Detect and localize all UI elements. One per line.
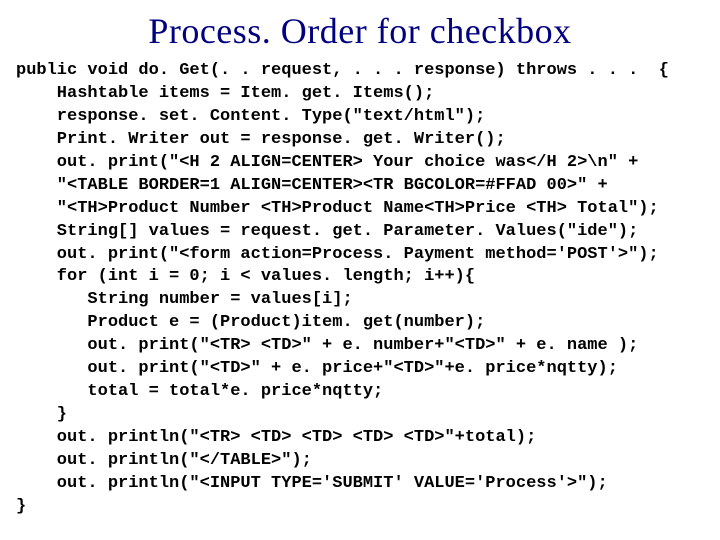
slide-title: Process. Order for checkbox: [16, 10, 704, 52]
code-line: }: [16, 497, 26, 516]
code-line: out. println("</TABLE>");: [16, 451, 312, 470]
code-line: response. set. Content. Type("text/html"…: [16, 107, 485, 126]
code-line: public void do. Get(. . request, . . . r…: [16, 61, 669, 80]
code-line: out. print("<form action=Process. Paymen…: [16, 245, 659, 264]
code-line: }: [16, 405, 67, 424]
code-line: Hashtable items = Item. get. Items();: [16, 84, 434, 103]
code-line: "<TABLE BORDER=1 ALIGN=CENTER><TR BGCOLO…: [16, 176, 608, 195]
code-line: out. print("<TD>" + e. price+"<TD>"+e. p…: [16, 359, 618, 378]
code-line: for (int i = 0; i < values. length; i++)…: [16, 267, 475, 286]
code-line: out. print("<H 2 ALIGN=CENTER> Your choi…: [16, 153, 638, 172]
code-line: out. print("<TR> <TD>" + e. number+"<TD>…: [16, 336, 638, 355]
code-line: out. println("<TR> <TD> <TD> <TD> <TD>"+…: [16, 428, 536, 447]
code-block: public void do. Get(. . request, . . . r…: [16, 60, 704, 519]
code-line: String number = values[i];: [16, 290, 353, 309]
code-line: "<TH>Product Number <TH>Product Name<TH>…: [16, 199, 659, 218]
code-line: total = total*e. price*nqtty;: [16, 382, 383, 401]
code-line: out. println("<INPUT TYPE='SUBMIT' VALUE…: [16, 474, 608, 493]
code-line: String[] values = request. get. Paramete…: [16, 222, 638, 241]
code-line: Product e = (Product)item. get(number);: [16, 313, 485, 332]
code-line: Print. Writer out = response. get. Write…: [16, 130, 506, 149]
slide: Process. Order for checkbox public void …: [0, 0, 720, 540]
